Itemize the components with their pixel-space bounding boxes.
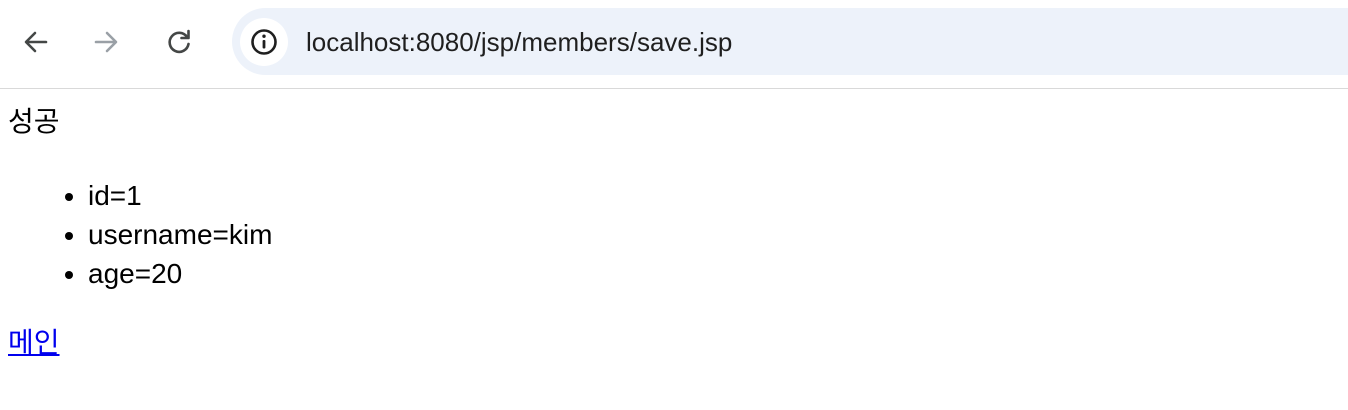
list-item: username=kim bbox=[88, 215, 272, 254]
member-attribute-list: id=1 username=kim age=20 bbox=[0, 176, 272, 293]
address-bar[interactable]: localhost:8080/jsp/members/save.jsp bbox=[232, 8, 1348, 75]
back-button[interactable] bbox=[16, 22, 56, 62]
site-info-button[interactable] bbox=[240, 18, 288, 66]
reload-button[interactable] bbox=[159, 22, 199, 62]
info-icon bbox=[251, 29, 277, 55]
reload-icon bbox=[168, 29, 190, 54]
list-item: id=1 bbox=[88, 176, 272, 215]
browser-toolbar: localhost:8080/jsp/members/save.jsp bbox=[0, 0, 1348, 89]
arrow-left-icon bbox=[24, 31, 48, 53]
status-text: 성공 bbox=[8, 105, 60, 138]
url-text[interactable]: localhost:8080/jsp/members/save.jsp bbox=[306, 26, 732, 58]
forward-button[interactable] bbox=[86, 22, 126, 62]
arrow-right-icon bbox=[94, 31, 118, 53]
main-link[interactable]: 메인 bbox=[8, 326, 60, 360]
list-item: age=20 bbox=[88, 254, 272, 293]
